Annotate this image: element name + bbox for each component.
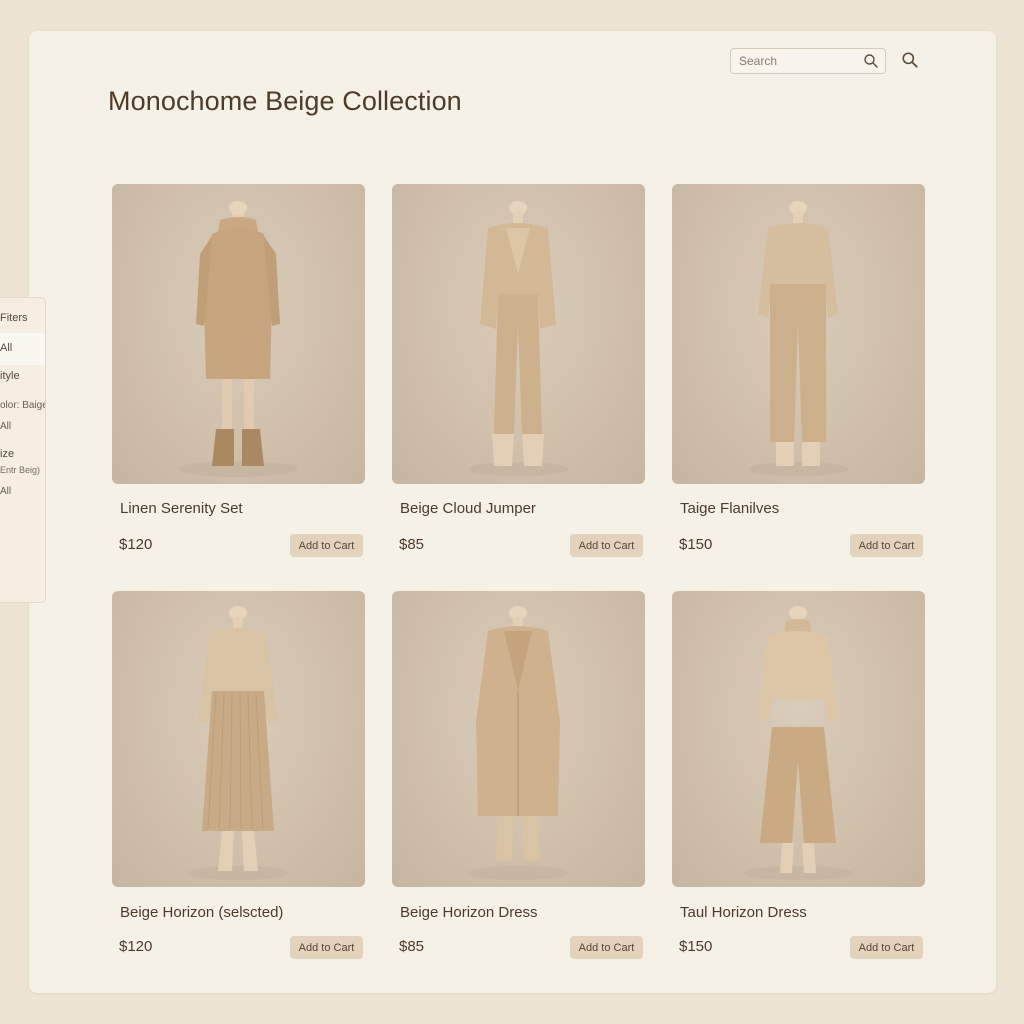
product-name[interactable]: Linen Serenity Set [120,500,243,517]
add-to-cart-button[interactable]: Add to Cart [570,534,643,557]
product-image[interactable] [672,591,925,887]
search-box[interactable] [730,48,886,74]
product-card[interactable]: Taige Flanilves $150 Add to Cart [672,184,925,560]
product-card[interactable]: Beige Horizon Dress $85 Add to Cart [392,591,645,965]
add-to-cart-button[interactable]: Add to Cart [570,936,643,959]
filter-style[interactable]: ityle [0,370,20,382]
product-price: $120 [119,536,153,553]
product-price: $85 [399,536,425,553]
filters-heading: Fiters [0,312,28,324]
product-image[interactable] [392,591,645,887]
search-icon[interactable] [863,53,879,74]
add-to-cart-button[interactable]: Add to Cart [850,534,923,557]
page-title: Monochome Beige Collection [108,86,462,116]
product-card[interactable]: Beige Cloud Jumper $85 Add to Cart [392,184,645,560]
search-icon-button[interactable] [901,51,921,71]
product-name[interactable]: Beige Cloud Jumper [400,500,536,517]
filter-size[interactable]: ize [0,448,14,460]
filter-all-selected[interactable]: All [0,333,45,365]
filter-size-all[interactable]: All [0,486,11,497]
product-card[interactable]: Beige Horizon (selscted) $120 Add to Car… [112,591,365,965]
product-image[interactable] [112,591,365,887]
add-to-cart-button[interactable]: Add to Cart [290,534,363,557]
product-card[interactable]: Taul Horizon Dress $150 Add to Cart [672,591,925,965]
product-name[interactable]: Beige Horizon (selscted) [120,904,283,921]
product-card[interactable]: Linen Serenity Set $120 Add to Cart [112,184,365,560]
filters-sidebar: Fiters All ityle olor: Baige All ize Ent… [0,297,46,603]
product-image[interactable] [672,184,925,484]
filter-color[interactable]: olor: Baige [0,400,45,411]
filter-size-value[interactable]: Entr Beig) [0,465,40,475]
filter-color-all[interactable]: All [0,421,11,432]
add-to-cart-button[interactable]: Add to Cart [290,936,363,959]
product-price: $150 [679,536,713,553]
product-name[interactable]: Taul Horizon Dress [680,904,807,921]
product-name[interactable]: Beige Horizon Dress [400,904,538,921]
product-price: $150 [679,938,713,955]
product-price: $120 [119,938,153,955]
product-image[interactable] [112,184,365,484]
product-price: $85 [399,938,425,955]
product-image[interactable] [392,184,645,484]
search-input[interactable] [731,49,861,73]
add-to-cart-button[interactable]: Add to Cart [850,936,923,959]
product-name[interactable]: Taige Flanilves [680,500,779,517]
